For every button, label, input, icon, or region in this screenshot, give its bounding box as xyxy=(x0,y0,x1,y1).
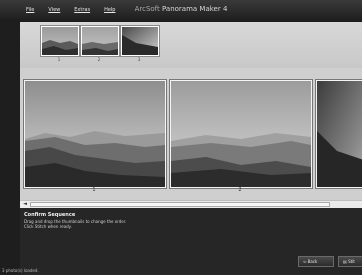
thumbnail-3[interactable] xyxy=(120,25,160,57)
horizontal-scrollbar[interactable]: ◄ xyxy=(20,200,362,208)
thumbnail-1-number: 1 xyxy=(57,57,61,62)
thumbnail-2-image xyxy=(82,27,118,55)
sequence-frame-1-number: 1 xyxy=(92,187,96,193)
app-title-brand: ArcSoft xyxy=(134,5,160,13)
scroll-thumb[interactable] xyxy=(30,202,330,207)
sequence-frame-1[interactable] xyxy=(23,79,167,189)
stitch-icon: ▤ xyxy=(343,259,347,264)
sequence-frame-2-image xyxy=(171,81,311,187)
panel-title: Confirm Sequence xyxy=(24,212,76,218)
thumbnail-1-image xyxy=(42,27,78,55)
panel-instruction-2: Click Stitch when ready. xyxy=(24,224,72,229)
app-window: File View Extras Help ArcSoft Panorama M… xyxy=(0,0,362,275)
sequence-frame-2[interactable] xyxy=(169,79,313,189)
status-text: 3 photo(s) loaded. xyxy=(2,268,39,273)
instruction-panel: Confirm Sequence Drag and drop the thumb… xyxy=(20,208,362,275)
back-button[interactable]: ⇦ Back xyxy=(298,256,334,267)
app-title: ArcSoft Panorama Maker 4 xyxy=(0,5,362,13)
sequence-frame-3[interactable] xyxy=(315,79,362,189)
thumbnail-1[interactable] xyxy=(40,25,80,57)
back-button-label: Back xyxy=(307,259,318,264)
sequence-frame-2-number: 2 xyxy=(238,187,242,193)
thumbnail-2[interactable] xyxy=(80,25,120,57)
title-bar: File View Extras Help ArcSoft Panorama M… xyxy=(0,0,362,22)
scroll-left-icon[interactable]: ◄ xyxy=(22,201,28,208)
app-title-name: Panorama Maker 4 xyxy=(162,5,228,13)
left-window-edge xyxy=(0,22,20,275)
stitch-button[interactable]: ▤ Stit xyxy=(338,256,362,267)
sequence-area: 1 2 xyxy=(20,68,362,200)
stitch-button-label: Stit xyxy=(348,259,355,264)
thumbnail-3-number: 3 xyxy=(137,57,141,62)
thumbnail-strip: 1 2 3 xyxy=(20,22,362,68)
sequence-frame-1-image xyxy=(25,81,165,187)
sequence-frame-3-image xyxy=(317,81,362,187)
thumbnail-3-image xyxy=(122,27,158,55)
thumbnail-2-number: 2 xyxy=(97,57,101,62)
back-arrow-icon: ⇦ xyxy=(303,259,307,264)
